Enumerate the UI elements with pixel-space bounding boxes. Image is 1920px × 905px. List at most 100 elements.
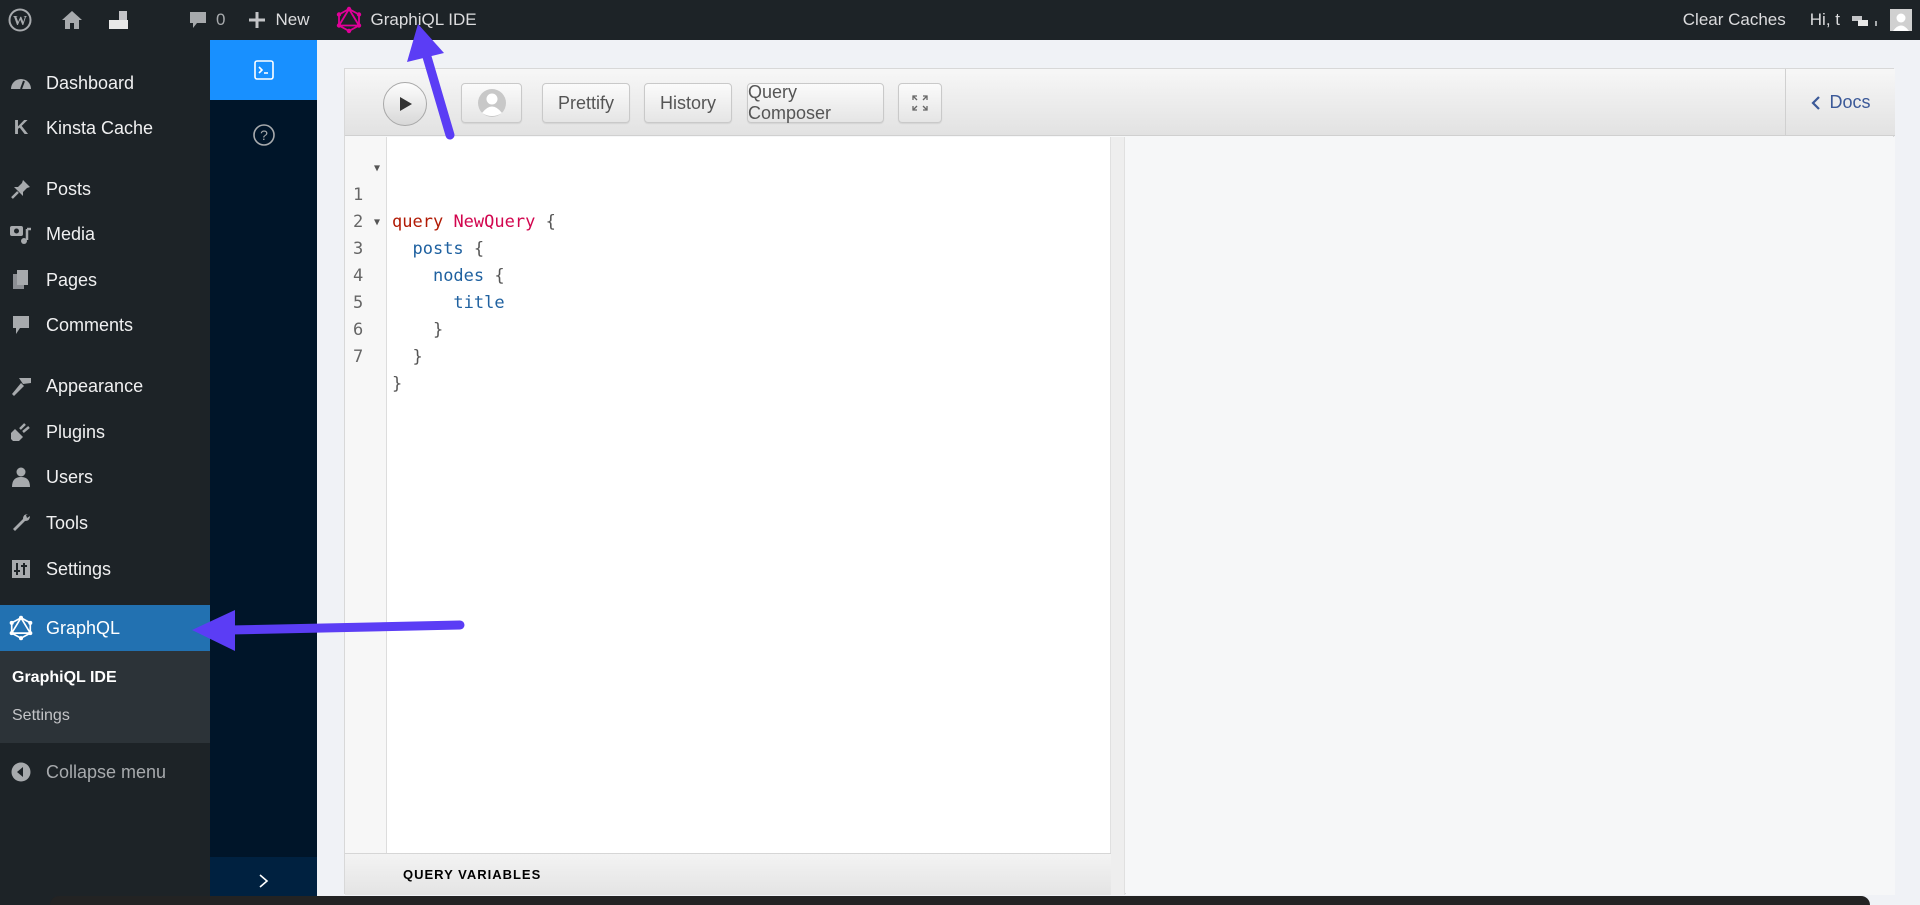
submenu-item-graphiql-ide[interactable]: GraphiQL IDE <box>12 669 117 687</box>
prettify-button[interactable]: Prettify <box>542 83 630 123</box>
greeting-label: Hi, t <box>1809 10 1840 29</box>
code-line-4: 4 title <box>345 236 1105 313</box>
redacted-username-icon <box>1852 12 1884 28</box>
graphiql-ide: Prettify History Query Composer Docs 1 ▼ … <box>344 68 1895 895</box>
sidebar-item-pages[interactable]: Pages <box>0 258 210 302</box>
code-line-1: 1 ▼ query NewQuery { <box>345 155 1105 232</box>
user-icon <box>8 466 34 488</box>
kinsta-icon: K <box>13 116 29 139</box>
comment-icon <box>8 314 34 336</box>
code-line-7: 7 } <box>345 317 1105 394</box>
sidebar-item-label: Users <box>46 466 94 487</box>
code-line-2: 2 ▼ posts { <box>345 182 1105 259</box>
graphql-logo-icon <box>336 6 362 34</box>
user-switch-button[interactable] <box>461 83 522 123</box>
bottom-window-edge <box>50 896 1870 905</box>
home-icon <box>61 10 83 30</box>
site-icon <box>107 9 131 31</box>
new-content-button[interactable]: New <box>248 0 309 40</box>
comments-count: 0 <box>216 10 226 29</box>
code-line-5: 5 } <box>345 263 1105 340</box>
media-icon <box>8 223 34 245</box>
site-icon-button[interactable] <box>107 0 131 40</box>
clear-caches-label: Clear Caches <box>1682 10 1786 29</box>
plus-icon <box>248 11 266 29</box>
clear-caches-button[interactable]: Clear Caches <box>1683 0 1786 40</box>
sidebar-item-tools[interactable]: Tools <box>0 501 210 545</box>
sidebar-item-appearance[interactable]: Appearance <box>0 364 210 408</box>
admin-bar: W 0 New GraphiQL IDE Clear Caches Hi, t <box>0 0 1920 40</box>
sidebar-item-label: Tools <box>46 512 89 533</box>
sidebar-item-label: Dashboard <box>46 72 135 93</box>
sidebar-item-plugins[interactable]: Plugins <box>0 410 210 454</box>
sidebar-item-posts[interactable]: Posts <box>0 167 210 211</box>
play-icon <box>400 97 412 111</box>
collapse-menu-label: Collapse menu <box>46 761 167 782</box>
graphiql-ide-link[interactable]: GraphiQL IDE <box>336 0 477 40</box>
sidebar-item-settings[interactable]: Settings <box>0 547 210 591</box>
comment-bubble-icon <box>188 10 208 30</box>
sidebar-item-dashboard[interactable]: Dashboard <box>0 61 210 105</box>
collapse-menu-button[interactable]: Collapse menu <box>0 750 210 794</box>
pin-icon <box>8 178 34 200</box>
chevron-left-icon <box>1811 95 1821 110</box>
results-panel <box>1126 137 1895 895</box>
sidebar-item-label: Media <box>46 223 96 244</box>
graphiql-plugin-strip: ? <box>210 40 317 905</box>
code-line-6: 6 } <box>345 290 1105 367</box>
query-composer-button[interactable]: Query Composer <box>747 82 884 123</box>
graphql-icon <box>8 615 34 641</box>
new-label: New <box>275 10 310 29</box>
sidebar-item-label: Pages <box>46 269 98 290</box>
site-home-button[interactable] <box>61 0 83 40</box>
sidebar-item-label: Plugins <box>46 421 106 442</box>
collapse-arrow-icon <box>8 761 34 783</box>
sidebar-item-media[interactable]: Media <box>0 212 210 256</box>
query-variables-label: QUERY VARIABLES <box>403 867 542 882</box>
fold-arrow-icon[interactable]: ▼ <box>374 155 380 182</box>
query-variables-bar[interactable]: QUERY VARIABLES <box>345 853 1111 895</box>
expand-icon <box>912 95 928 111</box>
sidebar-item-label: GraphQL <box>46 617 121 638</box>
avatar[interactable] <box>1890 9 1912 31</box>
dashboard-icon <box>8 72 34 94</box>
sidebar-item-label: Posts <box>46 178 92 199</box>
graphql-submenu: GraphiQL IDE Settings <box>0 651 210 743</box>
avatar-icon <box>1893 13 1909 31</box>
admin-sidebar: Dashboard K Kinsta Cache Posts Media Pag… <box>0 40 210 905</box>
user-avatar-icon <box>477 89 506 117</box>
chevron-right-icon <box>258 874 268 888</box>
graphiql-ide-tab[interactable] <box>210 40 317 100</box>
brush-icon <box>8 375 34 397</box>
svg-text:?: ? <box>260 127 268 143</box>
settings-icon <box>8 558 34 580</box>
terminal-icon <box>253 60 274 80</box>
comments-button[interactable]: 0 <box>188 0 225 40</box>
plugin-icon <box>8 421 34 443</box>
fullscreen-button[interactable] <box>898 83 942 123</box>
docs-label: Docs <box>1829 92 1871 112</box>
sidebar-item-kinsta-cache[interactable]: K Kinsta Cache <box>0 106 210 150</box>
help-icon: ? <box>252 124 275 146</box>
sidebar-item-graphql[interactable]: GraphQL <box>0 605 210 651</box>
svg-text:W: W <box>13 14 27 29</box>
my-account-menu[interactable]: Hi, t <box>1810 0 1912 40</box>
graphiql-ide-label: GraphiQL IDE <box>370 10 477 29</box>
sidebar-item-label: Settings <box>46 558 112 579</box>
docs-button[interactable]: Docs <box>1785 69 1895 136</box>
sidebar-item-label: Kinsta Cache <box>46 117 154 138</box>
pages-icon <box>8 269 34 291</box>
execute-query-button[interactable] <box>383 82 427 126</box>
sidebar-item-comments[interactable]: Comments <box>0 303 210 347</box>
submenu-item-settings[interactable]: Settings <box>12 707 70 725</box>
wrench-icon <box>8 512 34 534</box>
history-button[interactable]: History <box>644 83 732 123</box>
sidebar-item-label: Comments <box>46 314 134 335</box>
code-line-3: 3 nodes { <box>345 209 1105 286</box>
wp-logo-button[interactable]: W <box>8 0 32 40</box>
line-number: 7 <box>353 347 364 367</box>
sidebar-item-users[interactable]: Users <box>0 455 210 499</box>
help-button[interactable]: ? <box>210 110 317 160</box>
editor-results-divider[interactable] <box>1111 137 1125 895</box>
query-editor[interactable]: 1 ▼ query NewQuery { 2 ▼ posts { 3 nodes {… <box>345 137 1111 853</box>
